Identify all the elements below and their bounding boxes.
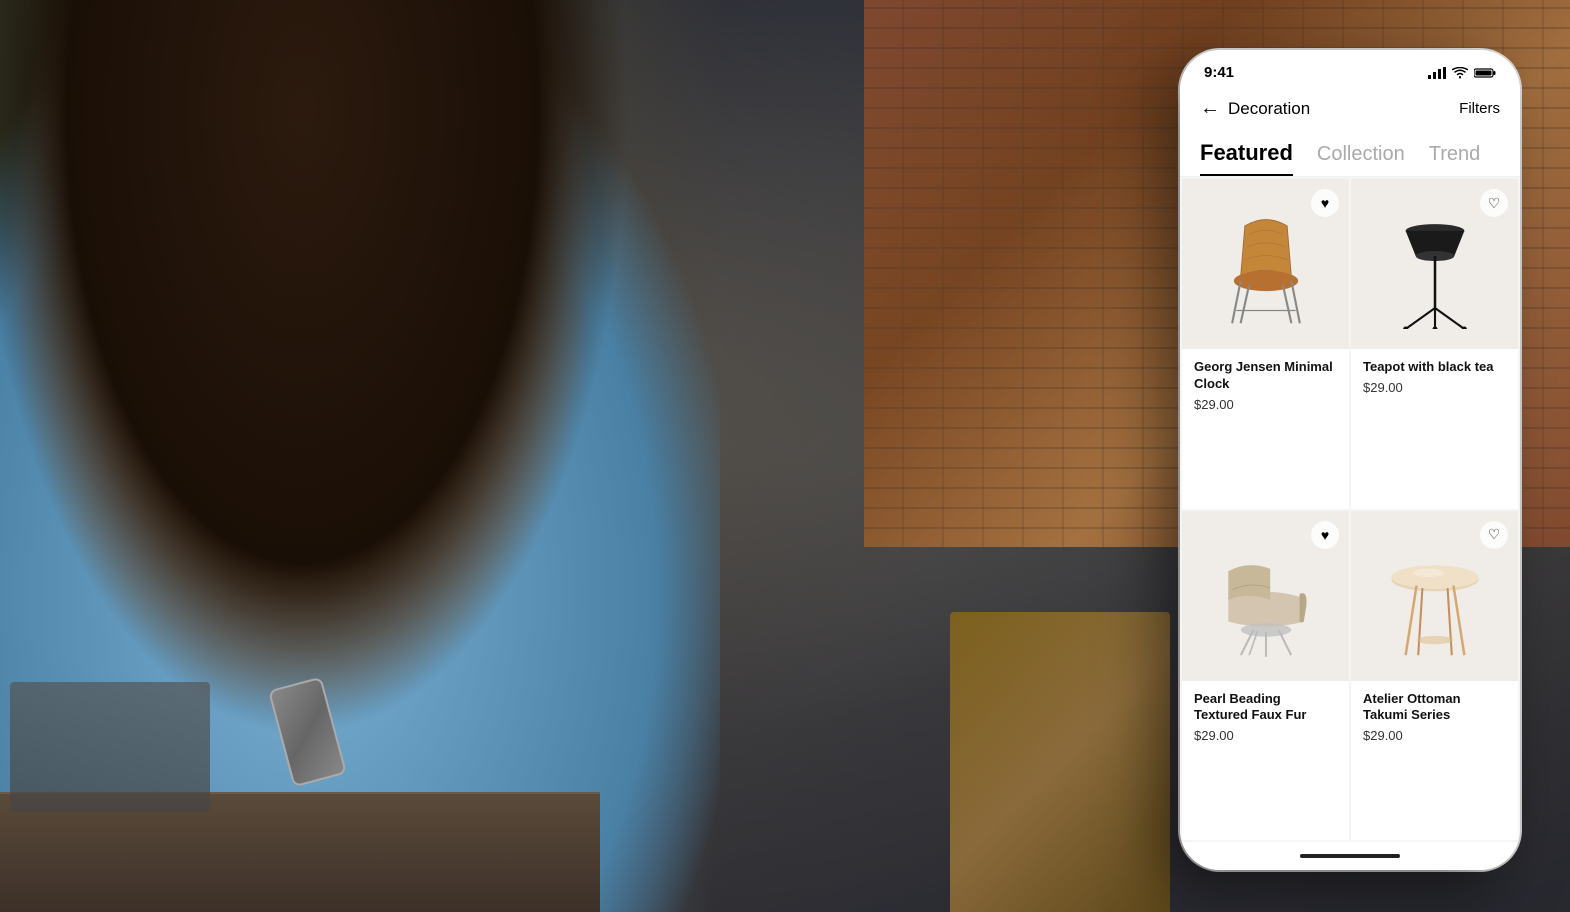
product-image-lamp xyxy=(1380,199,1490,329)
product-price: $29.00 xyxy=(1363,728,1506,743)
product-image-area: ♡ xyxy=(1351,511,1518,681)
laptop xyxy=(10,682,210,812)
favorite-button[interactable]: ♡ xyxy=(1480,521,1508,549)
product-info: Pearl Beading Textured Faux Fur $29.00 xyxy=(1182,681,1349,758)
product-name: Pearl Beading Textured Faux Fur xyxy=(1194,691,1337,725)
favorite-button[interactable]: ♥ xyxy=(1311,521,1339,549)
product-card[interactable]: ♥ xyxy=(1182,511,1349,841)
product-image-lounge xyxy=(1206,531,1326,661)
back-button[interactable]: ← xyxy=(1200,97,1220,120)
product-image-area: ♥ xyxy=(1182,511,1349,681)
signal-icon xyxy=(1428,67,1446,79)
home-bar xyxy=(1300,854,1400,858)
product-image-area: ♡ xyxy=(1351,179,1518,349)
nav-header: ← Decoration Filters xyxy=(1180,89,1520,132)
status-time: 9:41 xyxy=(1204,64,1234,81)
home-indicator xyxy=(1180,842,1520,870)
product-name: Georg Jensen Minimal Clock xyxy=(1194,359,1337,393)
status-icons xyxy=(1428,67,1496,79)
status-bar: 9:41 xyxy=(1180,50,1520,89)
product-name: Atelier Ottoman Takumi Series xyxy=(1363,691,1506,725)
battery-icon xyxy=(1474,67,1496,79)
nav-left: ← Decoration xyxy=(1200,97,1310,120)
product-card[interactable]: ♡ xyxy=(1351,179,1518,509)
filters-button[interactable]: Filters xyxy=(1459,100,1500,117)
product-image-table xyxy=(1375,531,1495,661)
product-image-chair xyxy=(1211,199,1321,329)
product-info: Teapot with black tea $29.00 xyxy=(1351,349,1518,409)
product-image-area: ♥ xyxy=(1182,179,1349,349)
wifi-icon xyxy=(1452,67,1468,79)
product-info: Georg Jensen Minimal Clock $29.00 xyxy=(1182,349,1349,426)
phone-mockup: 9:41 xyxy=(1180,50,1520,870)
tab-featured[interactable]: Featured xyxy=(1200,140,1293,176)
product-info: Atelier Ottoman Takumi Series $29.00 xyxy=(1351,681,1518,758)
tab-collection[interactable]: Collection xyxy=(1317,143,1405,176)
page-title: Decoration xyxy=(1228,99,1310,119)
tab-trend[interactable]: Trend xyxy=(1429,143,1481,176)
product-price: $29.00 xyxy=(1363,380,1506,395)
favorite-button[interactable]: ♥ xyxy=(1311,189,1339,217)
product-price: $29.00 xyxy=(1194,397,1337,412)
product-card[interactable]: ♥ xyxy=(1182,179,1349,509)
tabs-bar: Featured Collection Trend xyxy=(1180,132,1520,177)
product-name: Teapot with black tea xyxy=(1363,359,1506,376)
product-card[interactable]: ♡ Atelier Ottoman T xyxy=(1351,511,1518,841)
favorite-button[interactable]: ♡ xyxy=(1480,189,1508,217)
product-price: $29.00 xyxy=(1194,728,1337,743)
wooden-furniture xyxy=(950,612,1170,912)
products-grid: ♥ xyxy=(1180,177,1520,842)
